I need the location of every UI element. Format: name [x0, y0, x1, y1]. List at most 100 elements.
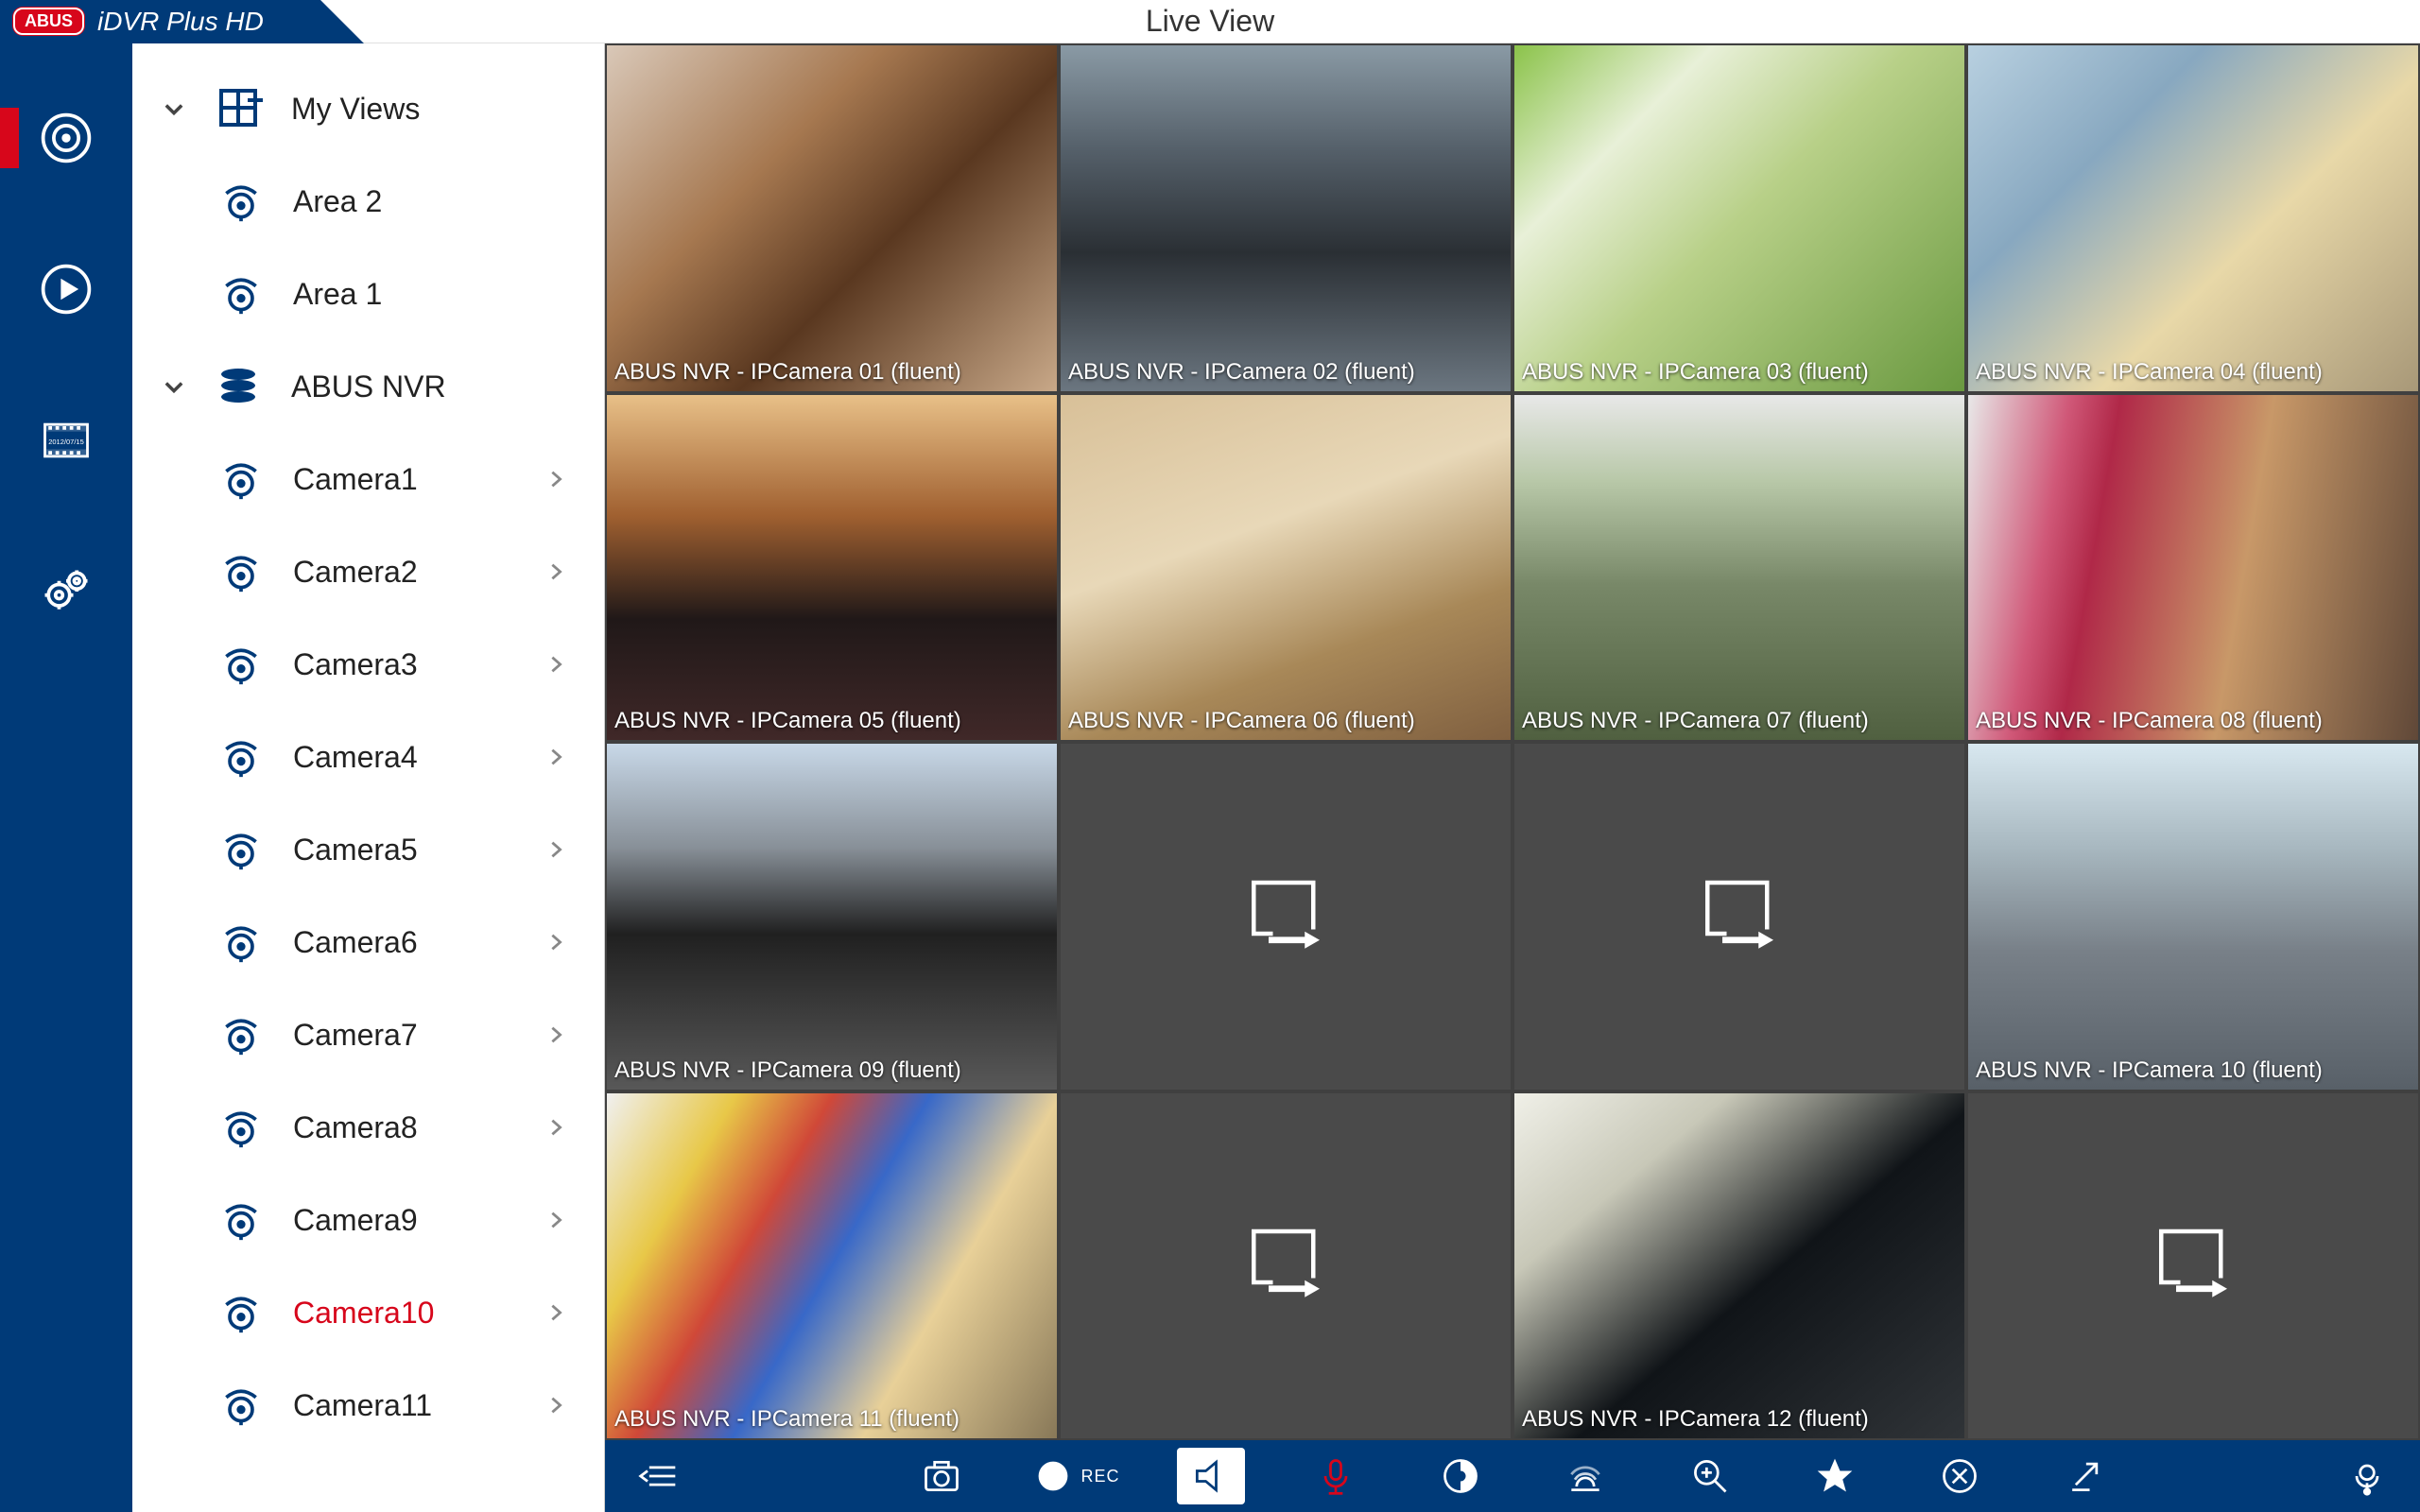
rail-playback[interactable]: [0, 251, 132, 327]
camera-caption: ABUS NVR - IPCamera 07 (fluent): [1522, 708, 1957, 734]
arrow-out-icon: [2064, 1455, 2105, 1497]
camera-icon: [217, 1104, 265, 1151]
svg-text:2012/07/15: 2012/07/15: [48, 438, 84, 446]
camera-tile[interactable]: ABUS NVR - IPCamera 05 (fluent): [607, 395, 1057, 741]
collapse-sidebar-button[interactable]: [624, 1448, 692, 1504]
camera-feed: [1514, 45, 1964, 391]
sidebar-item-label: Camera11: [293, 1388, 432, 1423]
camera-photo-icon: [921, 1455, 962, 1497]
chevron-right-icon: [545, 932, 566, 953]
camera-tile[interactable]: ABUS NVR - IPCamera 01 (fluent): [607, 45, 1057, 391]
empty-camera-slot[interactable]: [1061, 1093, 1511, 1439]
add-feed-icon: [2151, 1223, 2236, 1308]
sidebar-group-label: My Views: [291, 92, 420, 127]
camera-icon: [217, 641, 265, 688]
empty-camera-slot[interactable]: [1514, 744, 1964, 1090]
ptz-button[interactable]: [2333, 1448, 2401, 1504]
sidebar[interactable]: My Views Area 2 Area 1 ABUS NVRCamera1 Camer…: [132, 43, 605, 1512]
camera-tile[interactable]: ABUS NVR - IPCamera 04 (fluent): [1968, 45, 2418, 391]
camera-feed: [607, 45, 1057, 391]
empty-camera-slot[interactable]: [1968, 1093, 2418, 1439]
fullscreen-button[interactable]: [2050, 1448, 2118, 1504]
iris-button[interactable]: [1426, 1448, 1495, 1504]
server-icon: [216, 363, 263, 410]
rail-live-view[interactable]: [0, 100, 132, 176]
camera-caption: ABUS NVR - IPCamera 04 (fluent): [1976, 359, 2411, 386]
play-icon: [38, 261, 95, 318]
camera-tile[interactable]: ABUS NVR - IPCamera 08 (fluent): [1968, 395, 2418, 741]
sidebar-item-label: Camera2: [293, 555, 418, 590]
brand-badge: ABUS: [13, 8, 84, 35]
rail-settings[interactable]: [0, 554, 132, 629]
sidebar-item-camera8[interactable]: Camera8: [132, 1081, 604, 1174]
camera-caption: ABUS NVR - IPCamera 03 (fluent): [1522, 359, 1957, 386]
nav-rail: 2012/07/15: [0, 43, 132, 1512]
zoom-in-icon: [1689, 1455, 1731, 1497]
sidebar-item-camera2[interactable]: Camera2: [132, 525, 604, 618]
zoom-button[interactable]: [1676, 1448, 1744, 1504]
sidebar-item-camera5[interactable]: Camera5: [132, 803, 604, 896]
chevron-right-icon: [545, 1395, 566, 1416]
camera-caption: ABUS NVR - IPCamera 11 (fluent): [614, 1406, 1049, 1433]
collapse-icon: [637, 1455, 679, 1497]
camera-icon: [217, 919, 265, 966]
sidebar-item-camera1[interactable]: Camera1: [132, 433, 604, 525]
alarm-button[interactable]: [1551, 1448, 1619, 1504]
camera-tile[interactable]: ABUS NVR - IPCamera 07 (fluent): [1514, 395, 1964, 741]
sidebar-item-label: Camera4: [293, 740, 418, 775]
camera-caption: ABUS NVR - IPCamera 02 (fluent): [1068, 359, 1503, 386]
sidebar-item-camera7[interactable]: Camera7: [132, 988, 604, 1081]
ptz-control-icon: [2346, 1455, 2388, 1497]
close-circle-icon: [1939, 1455, 1980, 1497]
camera-feed: [1061, 45, 1511, 391]
sidebar-item-label: Camera3: [293, 647, 418, 682]
sidebar-item-area-2[interactable]: Area 2: [132, 155, 604, 248]
camera-feed: [1968, 395, 2418, 741]
chevron-right-icon: [545, 561, 566, 582]
add-feed-icon: [1697, 874, 1782, 959]
camera-caption: ABUS NVR - IPCamera 10 (fluent): [1976, 1057, 2411, 1084]
sidebar-item-camera6[interactable]: Camera6: [132, 896, 604, 988]
camera-caption: ABUS NVR - IPCamera 05 (fluent): [614, 708, 1049, 734]
header: ABUS iDVR Plus HD Live View: [0, 0, 2420, 43]
camera-icon: [217, 826, 265, 873]
camera-icon: [217, 455, 265, 503]
sidebar-group-abus-nvr[interactable]: ABUS NVR: [132, 340, 604, 433]
sidebar-item-camera9[interactable]: Camera9: [132, 1174, 604, 1266]
camera-icon: [217, 1011, 265, 1058]
rail-recordings[interactable]: 2012/07/15: [0, 403, 132, 478]
empty-camera-slot[interactable]: [1061, 744, 1511, 1090]
microphone-icon: [1315, 1455, 1357, 1497]
sidebar-item-area-1[interactable]: Area 1: [132, 248, 604, 340]
sidebar-item-camera11[interactable]: Camera11: [132, 1359, 604, 1452]
record-button[interactable]: REC: [1032, 1448, 1120, 1504]
sidebar-item-label: Camera9: [293, 1203, 418, 1238]
sidebar-group-my-views[interactable]: My Views: [132, 62, 604, 155]
camera-feed: [607, 744, 1057, 1090]
sidebar-item-label: Camera10: [293, 1296, 434, 1331]
close-button[interactable]: [1926, 1448, 1994, 1504]
camera-tile[interactable]: ABUS NVR - IPCamera 09 (fluent): [607, 744, 1057, 1090]
sidebar-item-label: Camera6: [293, 925, 418, 960]
camera-tile[interactable]: ABUS NVR - IPCamera 10 (fluent): [1968, 744, 2418, 1090]
snapshot-button[interactable]: [908, 1448, 976, 1504]
speaker-button[interactable]: [1177, 1448, 1245, 1504]
sidebar-item-label: Area 1: [293, 277, 382, 312]
camera-icon: [217, 178, 265, 225]
sidebar-item-camera3[interactable]: Camera3: [132, 618, 604, 711]
microphone-button[interactable]: [1302, 1448, 1370, 1504]
chevron-right-icon: [545, 1210, 566, 1230]
camera-tile[interactable]: ABUS NVR - IPCamera 11 (fluent): [607, 1093, 1057, 1439]
camera-tile[interactable]: ABUS NVR - IPCamera 03 (fluent): [1514, 45, 1964, 391]
camera-caption: ABUS NVR - IPCamera 01 (fluent): [614, 359, 1049, 386]
add-feed-icon: [1243, 1223, 1328, 1308]
record-label: REC: [1081, 1467, 1120, 1486]
sidebar-item-camera10[interactable]: Camera10: [132, 1266, 604, 1359]
chevron-right-icon: [545, 747, 566, 767]
camera-tile[interactable]: ABUS NVR - IPCamera 12 (fluent): [1514, 1093, 1964, 1439]
sidebar-item-label: Area 2: [293, 184, 382, 219]
camera-tile[interactable]: ABUS NVR - IPCamera 02 (fluent): [1061, 45, 1511, 391]
sidebar-item-camera4[interactable]: Camera4: [132, 711, 604, 803]
favorite-button[interactable]: [1801, 1448, 1869, 1504]
camera-tile[interactable]: ABUS NVR - IPCamera 06 (fluent): [1061, 395, 1511, 741]
